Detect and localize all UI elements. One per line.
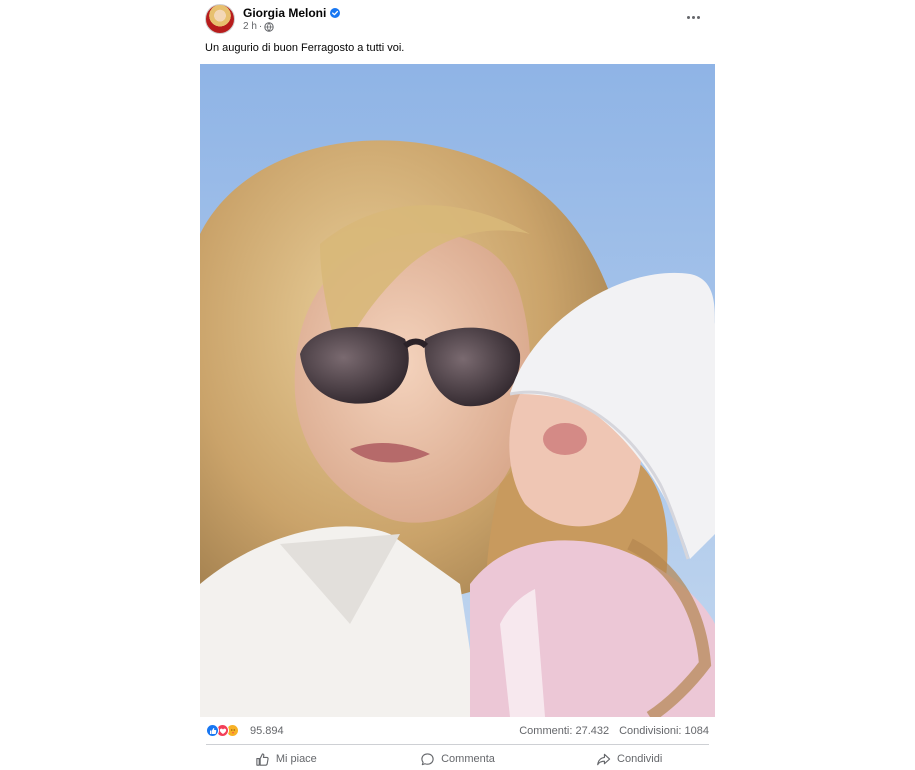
post-header: Giorgia Meloni 2 h · (200, 0, 715, 40)
post-meta: 2 h · (243, 21, 274, 32)
comment-label: Commenta (441, 753, 495, 765)
comment-icon (421, 752, 434, 765)
post-caption: Un augurio di buon Ferragosto a tutti vo… (205, 42, 405, 54)
divider (206, 744, 709, 745)
reaction-icons[interactable] (206, 724, 239, 737)
shares-count[interactable]: Condivisioni: 1084 (619, 725, 709, 737)
author-row: Giorgia Meloni (243, 5, 341, 21)
like-reaction-icon (206, 724, 219, 737)
facebook-post: Giorgia Meloni 2 h · Un augurio di buon … (200, 0, 715, 770)
post-actions: Mi piace Commenta Condividi (200, 748, 715, 770)
like-label: Mi piace (275, 753, 317, 765)
post-stats: 95.894 Commenti: 27.432 Condivisioni: 10… (200, 720, 715, 742)
reaction-count[interactable]: 95.894 (250, 725, 284, 737)
comments-count[interactable]: Commenti: 27.432 (519, 725, 609, 737)
post-photo[interactable] (200, 64, 715, 717)
avatar[interactable] (205, 4, 235, 34)
share-label: Condividi (617, 753, 663, 765)
meta-separator: · (258, 21, 263, 32)
selfie-image (200, 64, 715, 717)
comment-button[interactable]: Commenta (372, 748, 544, 770)
comment-share-stats: Commenti: 27.432 Condivisioni: 1084 (519, 725, 709, 737)
verified-icon (330, 8, 341, 18)
thumbs-up-icon (256, 752, 269, 766)
post-time[interactable]: 2 h (243, 21, 257, 32)
like-button[interactable]: Mi piace (200, 748, 372, 770)
share-icon (597, 753, 611, 765)
globe-icon (264, 21, 274, 32)
share-button[interactable]: Condividi (543, 748, 715, 770)
more-options-icon[interactable] (679, 6, 707, 28)
author-name[interactable]: Giorgia Meloni (243, 6, 326, 20)
